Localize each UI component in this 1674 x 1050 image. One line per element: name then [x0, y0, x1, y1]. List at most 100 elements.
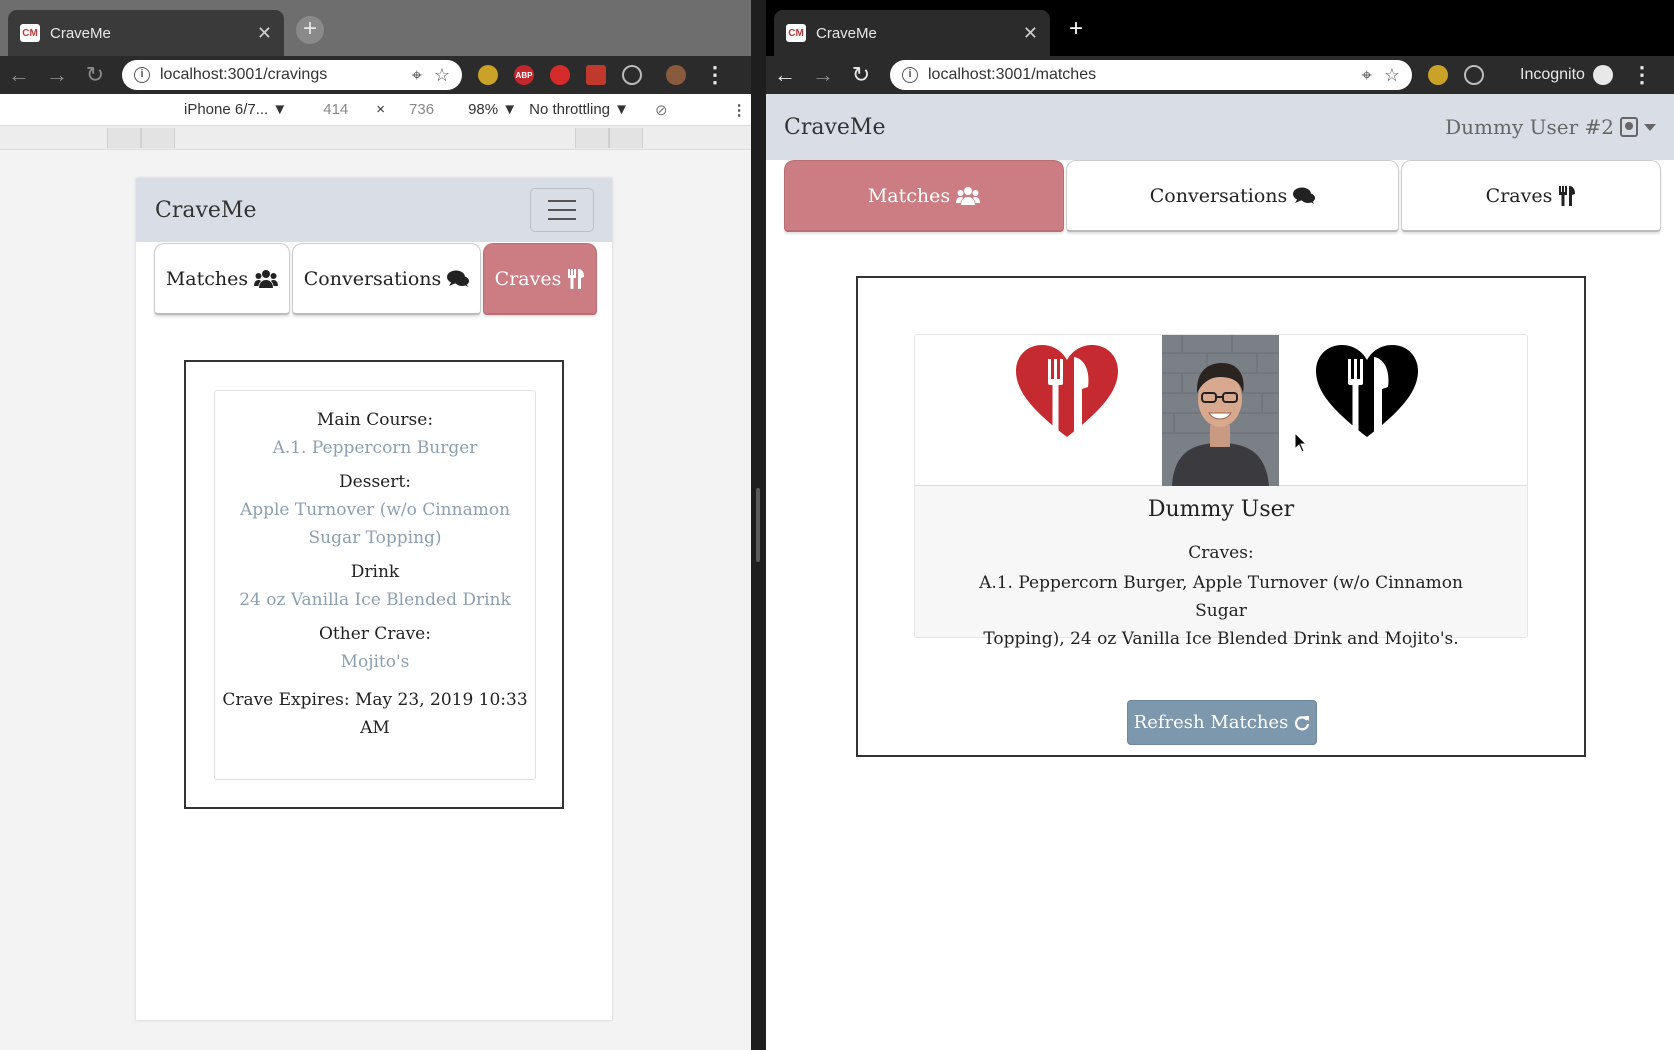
match-craves-line1: A.1. Peppercorn Burger, Apple Turnover (…	[979, 573, 1463, 621]
tab-conversations-label: Conversations	[303, 267, 442, 290]
browser-menu-icon[interactable]: ⋮	[1631, 62, 1653, 88]
main-course-value: A.1. Peppercorn Burger	[272, 438, 478, 458]
dimension-times-label: ×	[376, 101, 386, 118]
match-card: Dummy User Craves: A.1. Peppercorn Burge…	[914, 334, 1528, 649]
like-heart-icon[interactable]	[1316, 345, 1418, 439]
tab-conversations[interactable]: Conversations	[1066, 160, 1399, 232]
user-menu-dropdown[interactable]: Dummy User #2	[1445, 115, 1656, 139]
bookmark-star-icon[interactable]: ☆	[1384, 65, 1400, 86]
utensils-icon	[1559, 185, 1576, 206]
dessert-value-line2: Sugar Topping)	[308, 528, 442, 548]
profile-avatar-icon[interactable]	[666, 65, 686, 85]
info-icon[interactable]: i	[134, 67, 150, 83]
tab-title: CraveMe	[50, 24, 111, 42]
tab-conversations-label: Conversations	[1149, 184, 1288, 207]
favicon-icon: CM	[20, 24, 40, 42]
address-bar[interactable]: i localhost:3001/cravings ⌖ ☆	[122, 60, 462, 90]
extension-hand-icon[interactable]	[550, 65, 570, 85]
back-icon[interactable]: ←	[0, 62, 38, 88]
tab-craves-label: Craves	[1485, 184, 1553, 207]
forward-icon[interactable]: →	[804, 62, 842, 88]
match-name: Dummy User	[1147, 497, 1295, 522]
brand-logo[interactable]: CraveMe	[155, 198, 256, 223]
info-icon[interactable]: i	[902, 67, 918, 83]
match-craves-label: Craves:	[1188, 543, 1254, 563]
tab-craves[interactable]: Craves	[483, 243, 597, 315]
other-crave-value: Mojito's	[340, 652, 410, 672]
tab-craves[interactable]: Craves	[1401, 160, 1661, 232]
caret-down-icon	[1644, 123, 1656, 131]
decline-heart-icon[interactable]	[1016, 345, 1118, 439]
adblock-icon[interactable]: ABP	[514, 65, 534, 85]
comments-icon	[447, 270, 470, 287]
mouse-cursor-icon	[1294, 432, 1308, 453]
utensils-icon	[568, 268, 585, 289]
app-navbar: CraveMe	[136, 178, 612, 242]
bookmark-star-icon[interactable]: ☆	[434, 65, 450, 86]
drink-value: 24 oz Vanilla Ice Blended Drink	[239, 590, 511, 610]
tab-matches[interactable]: Matches	[784, 160, 1064, 232]
close-tab-icon[interactable]: ✕	[1023, 23, 1038, 44]
crave-panel: Main Course: A.1. Peppercorn Burger Dess…	[184, 360, 564, 809]
other-crave-label: Other Crave:	[319, 624, 431, 644]
extension-shield-icon[interactable]	[1428, 65, 1448, 85]
url-text[interactable]: localhost:3001/matches	[928, 66, 1350, 84]
tab-conversations[interactable]: Conversations	[292, 243, 481, 315]
tab-strip: CM CraveMe ✕ +	[766, 0, 1674, 56]
browser-tab-craveme[interactable]: CM CraveMe ✕	[8, 10, 284, 56]
browser-toolbar: ← → ↻ i localhost:3001/cravings ⌖ ☆ ABP …	[0, 56, 751, 94]
reload-icon[interactable]: ↻	[76, 62, 114, 88]
browser-tab-craveme[interactable]: CM CraveMe ✕	[774, 10, 1050, 56]
extension-target-icon[interactable]	[622, 65, 642, 85]
user-badge-icon	[1620, 117, 1638, 137]
new-tab-button[interactable]: +	[1062, 16, 1090, 44]
throttling-select[interactable]: No throttling ▼	[529, 101, 629, 118]
location-icon[interactable]: ⌖	[412, 65, 422, 86]
tab-matches-label: Matches	[165, 267, 249, 290]
hamburger-menu-button[interactable]	[530, 188, 594, 232]
crave-card: Main Course: A.1. Peppercorn Burger Dess…	[214, 390, 536, 780]
devtools-viewport: CraveMe Matches Conversations Craves Mai…	[0, 150, 751, 1050]
extension-target-icon[interactable]	[1464, 65, 1484, 85]
new-tab-button[interactable]: +	[296, 16, 324, 44]
comments-icon	[1293, 187, 1316, 204]
extension-shield-icon[interactable]	[478, 65, 498, 85]
device-height-field[interactable]: 736	[409, 101, 434, 118]
tab-matches-label: Matches	[867, 184, 951, 207]
window-split-divider[interactable]	[751, 0, 766, 1050]
refresh-icon	[1295, 715, 1310, 730]
match-craves-line2: Topping), 24 oz Vanilla Ice Blended Drin…	[983, 629, 1459, 649]
refresh-matches-label: Refresh Matches	[1133, 712, 1289, 733]
main-course-label: Main Course:	[316, 410, 434, 430]
users-icon	[956, 186, 981, 205]
refresh-matches-button[interactable]: Refresh Matches	[1127, 700, 1317, 745]
back-icon[interactable]: ←	[766, 62, 804, 88]
address-bar[interactable]: i localhost:3001/matches ⌖ ☆	[890, 60, 1412, 90]
devtools-menu-icon[interactable]: ⋮	[732, 101, 747, 119]
media-query-ruler[interactable]	[0, 126, 751, 150]
location-icon[interactable]: ⌖	[1362, 65, 1372, 86]
rotate-icon[interactable]: ⊘	[655, 101, 668, 119]
forward-icon[interactable]: →	[38, 62, 76, 88]
device-select[interactable]: iPhone 6/7... ▼	[184, 101, 287, 118]
close-tab-icon[interactable]: ✕	[257, 23, 272, 44]
drink-label: Drink	[350, 562, 400, 582]
app-tabs: Matches Conversations Craves	[766, 160, 1674, 232]
extension-red-icon[interactable]	[586, 65, 606, 85]
incognito-icon[interactable]	[1592, 65, 1613, 85]
dessert-label: Dessert:	[339, 472, 411, 492]
browser-menu-icon[interactable]: ⋮	[704, 62, 726, 88]
zoom-select[interactable]: 98% ▼	[468, 101, 517, 118]
reload-icon[interactable]: ↻	[842, 62, 880, 88]
dessert-value-line1: Apple Turnover (w/o Cinnamon	[239, 500, 511, 520]
user-menu-label: Dummy User #2	[1445, 115, 1614, 139]
tab-matches[interactable]: Matches	[154, 243, 290, 315]
tab-title: CraveMe	[816, 24, 877, 42]
desktop-app: CraveMe Dummy User #2 Matches Conversati…	[766, 94, 1674, 1050]
browser-window-left: CM CraveMe ✕ + ← → ↻ i localhost:3001/cr…	[0, 0, 751, 1050]
users-icon	[254, 269, 279, 288]
device-width-field[interactable]: 414	[323, 101, 348, 118]
url-text[interactable]: localhost:3001/cravings	[160, 66, 400, 84]
brand-logo[interactable]: CraveMe	[784, 115, 885, 140]
match-craves-text: A.1. Peppercorn Burger, Apple Turnover (…	[955, 569, 1487, 653]
